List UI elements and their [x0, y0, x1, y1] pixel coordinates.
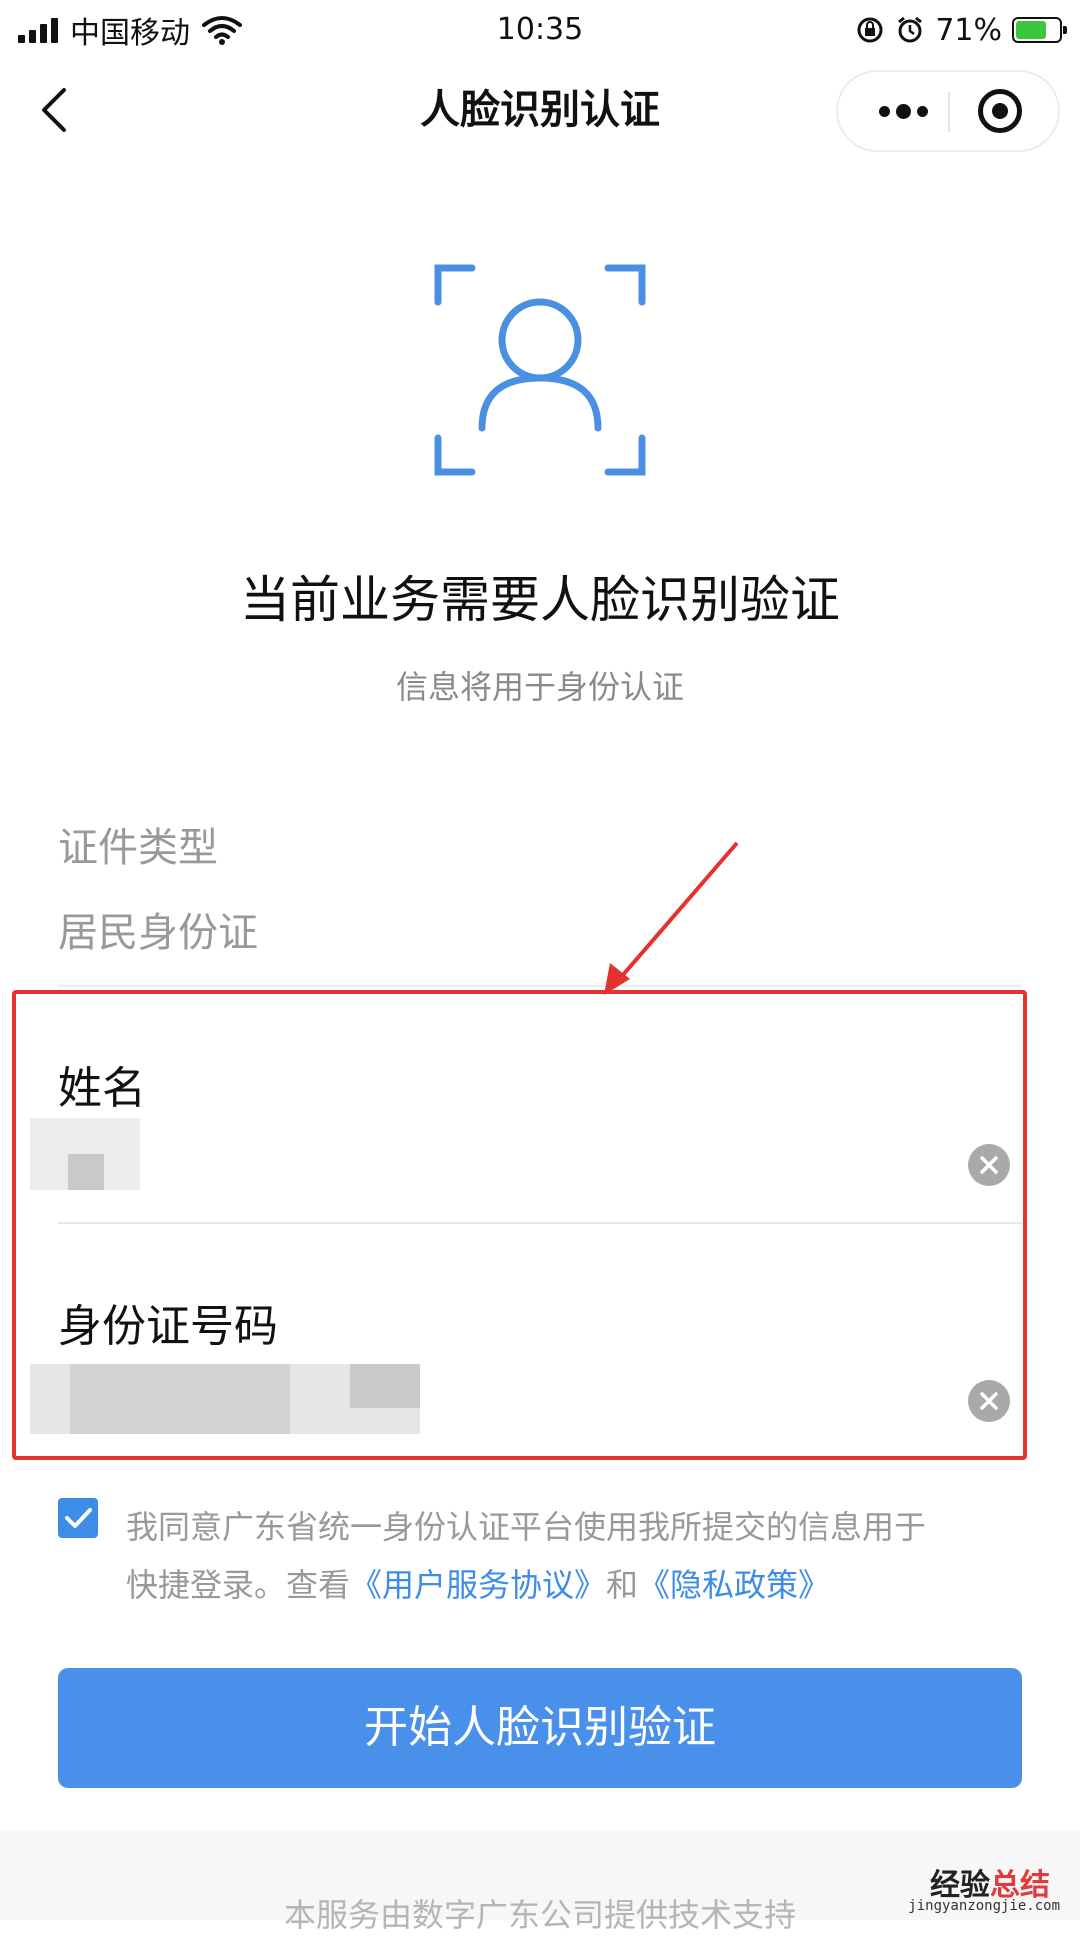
name-input[interactable]	[30, 1110, 930, 1200]
clear-id-icon[interactable]	[968, 1380, 1010, 1422]
target-icon[interactable]	[978, 89, 1022, 133]
sub-heading: 信息将用于身份认证	[395, 668, 684, 706]
agreement-prefix: 快捷登录。查看	[126, 1566, 351, 1604]
battery-percent: 71%	[935, 12, 1002, 48]
clear-name-icon[interactable]	[968, 1144, 1010, 1186]
face-scan-icon	[434, 264, 646, 476]
blurred-id-block	[350, 1364, 420, 1408]
id-number-label: 身份证号码	[58, 1301, 278, 1352]
blurred-name-block	[68, 1154, 104, 1190]
alarm-icon	[898, 16, 923, 43]
agreement-text: 我同意广东省统一身份认证平台使用我所提交的信息用于 快捷登录。查看《用户服务协议…	[126, 1498, 1006, 1614]
battery-level	[1016, 21, 1046, 39]
doc-type-label: 证件类型	[58, 825, 218, 871]
agreement-line-1: 我同意广东省统一身份认证平台使用我所提交的信息用于	[126, 1508, 927, 1546]
agree-checkbox[interactable]	[58, 1498, 98, 1538]
main-heading: 当前业务需要人脸识别验证	[240, 571, 840, 629]
battery-icon	[1012, 17, 1067, 43]
mini-program-capsule	[836, 70, 1060, 152]
terms-link[interactable]: 《用户服务协议》	[350, 1566, 606, 1604]
doc-type-value[interactable]: 居民身份证	[58, 900, 258, 958]
capsule-divider	[948, 92, 950, 132]
more-dots-icon[interactable]	[868, 72, 938, 150]
blurred-id-block	[70, 1364, 290, 1434]
divider	[58, 985, 1022, 987]
start-face-verification-button[interactable]: 开始人脸识别验证	[58, 1668, 1022, 1788]
privacy-link[interactable]: 《隐私政策》	[638, 1566, 830, 1604]
name-label: 姓名	[58, 1063, 146, 1114]
agreement-conj: 和	[606, 1566, 639, 1604]
agreement-line-2: 快捷登录。查看《用户服务协议》和《隐私政策》	[126, 1556, 1006, 1614]
status-bar-right: 71%	[855, 8, 1067, 52]
id-number-input[interactable]	[30, 1350, 930, 1440]
rotation-lock-icon	[857, 17, 883, 43]
divider	[58, 1222, 1022, 1224]
watermark-url: jingyanzongjie.com	[908, 1898, 1060, 1914]
annotation-arrow	[604, 841, 739, 995]
